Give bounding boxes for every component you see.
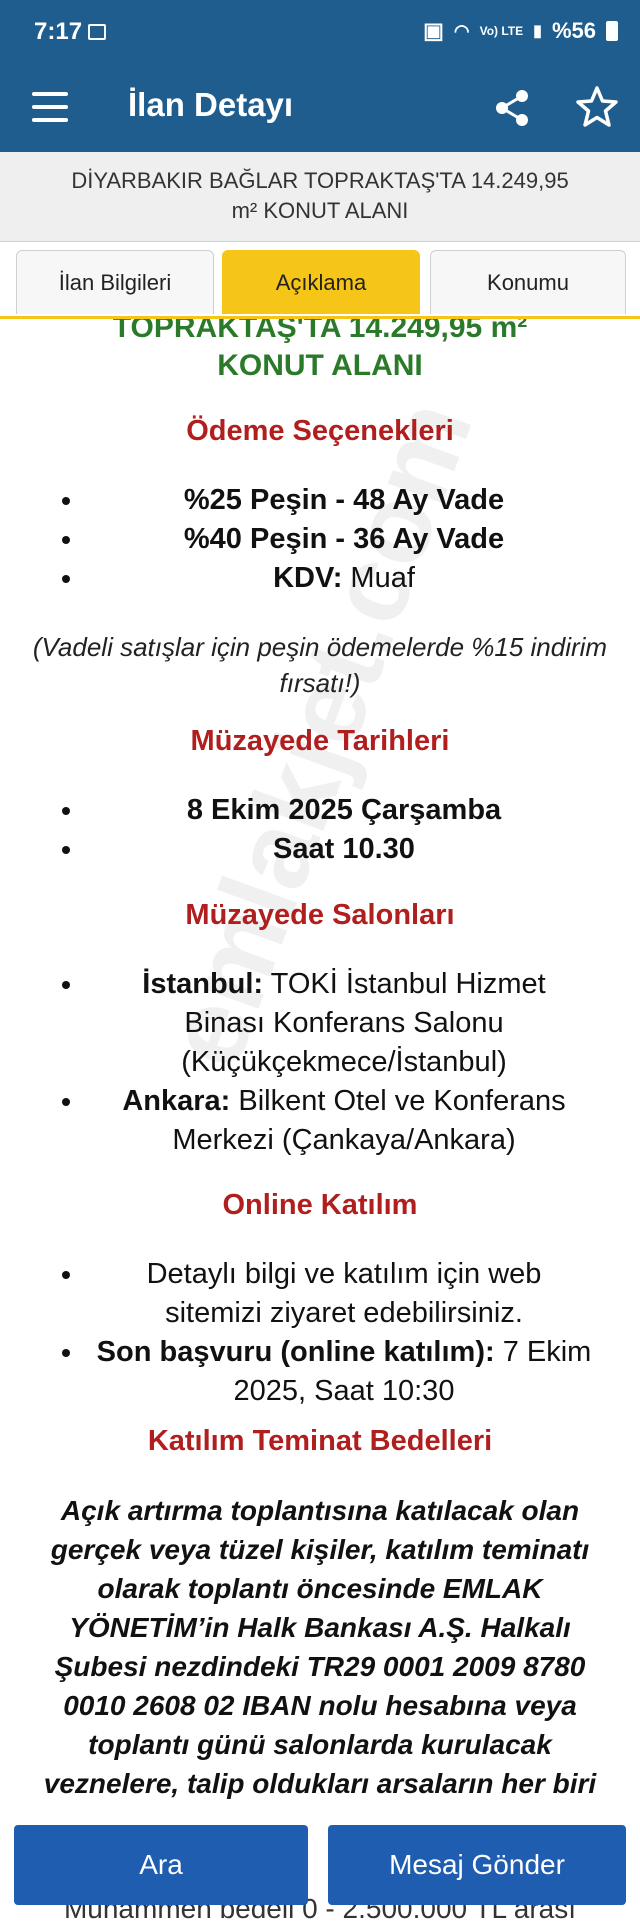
status-right: ▣ ◠ Vo) LTE ▮ %56 (423, 18, 618, 44)
favorite-star-icon[interactable] (574, 84, 620, 130)
teminat-paragraph: Açık artırma toplantısına katılacak olan… (43, 1495, 597, 1799)
salon-list: İstanbul: TOKİ İstanbul Hizmet Binası Kon… (0, 965, 640, 1160)
battery-icon (606, 21, 618, 41)
list-item: Ankara: Bilkent Otel ve Konferans Merkezi… (0, 1082, 640, 1160)
tab-konumu[interactable]: Konumu (430, 250, 626, 314)
section-heading-odeme: Ödeme Seçenekleri (186, 415, 454, 447)
wifi-icon: ◠ (453, 20, 470, 41)
image-notification-icon (88, 24, 106, 40)
network-label: Vo) LTE (479, 24, 524, 38)
menu-icon[interactable] (32, 92, 68, 122)
battery-percent: %56 (551, 18, 596, 43)
list-item: Detaylı bilgi ve katılım için web sitemiz… (0, 1255, 640, 1333)
listing-title-line2: m² KONUT ALANI (231, 198, 409, 223)
search-button[interactable]: Ara (14, 1825, 308, 1905)
listing-title: DİYARBAKIR BAĞLAR TOPRAKTAŞ'TA 14.249,95… (0, 152, 640, 242)
tab-ilan-bilgileri[interactable]: İlan Bilgileri (16, 250, 214, 314)
desc-top-line2: KONUT ALANI (217, 349, 423, 382)
section-heading-tarih: Müzayede Tarihleri (190, 725, 450, 757)
list-item: Saat 10.30 (0, 830, 640, 869)
list-item: Son başvuru (online katılım): 7 Ekim 2025… (0, 1333, 640, 1411)
desc-top-line1: TOPRAKTAŞ'TA 14.249,95 m² (112, 319, 528, 344)
battery-saver-icon: ▣ (423, 18, 444, 43)
online-list: Detaylı bilgi ve katılım için web sitemiz… (0, 1255, 640, 1411)
status-bar: 7:17 ▣ ◠ Vo) LTE ▮ %56 (0, 0, 640, 66)
section-heading-salon: Müzayede Salonları (185, 899, 455, 931)
share-icon[interactable] (490, 86, 534, 130)
list-item: 8 Ekim 2025 Çarşamba (0, 791, 640, 830)
list-item: KDV: Muaf (0, 559, 640, 598)
tab-aciklama[interactable]: Açıklama (222, 250, 420, 314)
page-title: İlan Detayı (128, 86, 294, 123)
discount-note: (Vadeli satışlar için peşin ödemelerde %… (32, 632, 608, 698)
list-item: İstanbul: TOKİ İstanbul Hizmet Binası Kon… (0, 965, 640, 1082)
tarih-list: 8 Ekim 2025 Çarşamba Saat 10.30 (0, 791, 640, 869)
signal-icon: ▮ (533, 23, 542, 40)
app-bar: İlan Detayı (0, 66, 640, 152)
listing-title-line1: DİYARBAKIR BAĞLAR TOPRAKTAŞ'TA 14.249,95 (71, 168, 569, 193)
send-message-button[interactable]: Mesaj Gönder (328, 1825, 626, 1905)
list-item: %25 Peşin - 48 Ay Vade (0, 481, 640, 520)
list-item: %40 Peşin - 36 Ay Vade (0, 520, 640, 559)
status-time: 7:17 (34, 18, 83, 45)
section-heading-teminat: Katılım Teminat Bedelleri (147, 1425, 493, 1457)
description-content[interactable]: emlakjet.com TOPRAKTAŞ'TA 14.249,95 m² K… (0, 319, 640, 1920)
section-heading-online: Online Katılım (222, 1189, 418, 1221)
odeme-list: %25 Peşin - 48 Ay Vade %40 Peşin - 36 Ay… (0, 481, 640, 598)
tab-bar: İlan Bilgileri Açıklama Konumu (0, 242, 640, 320)
